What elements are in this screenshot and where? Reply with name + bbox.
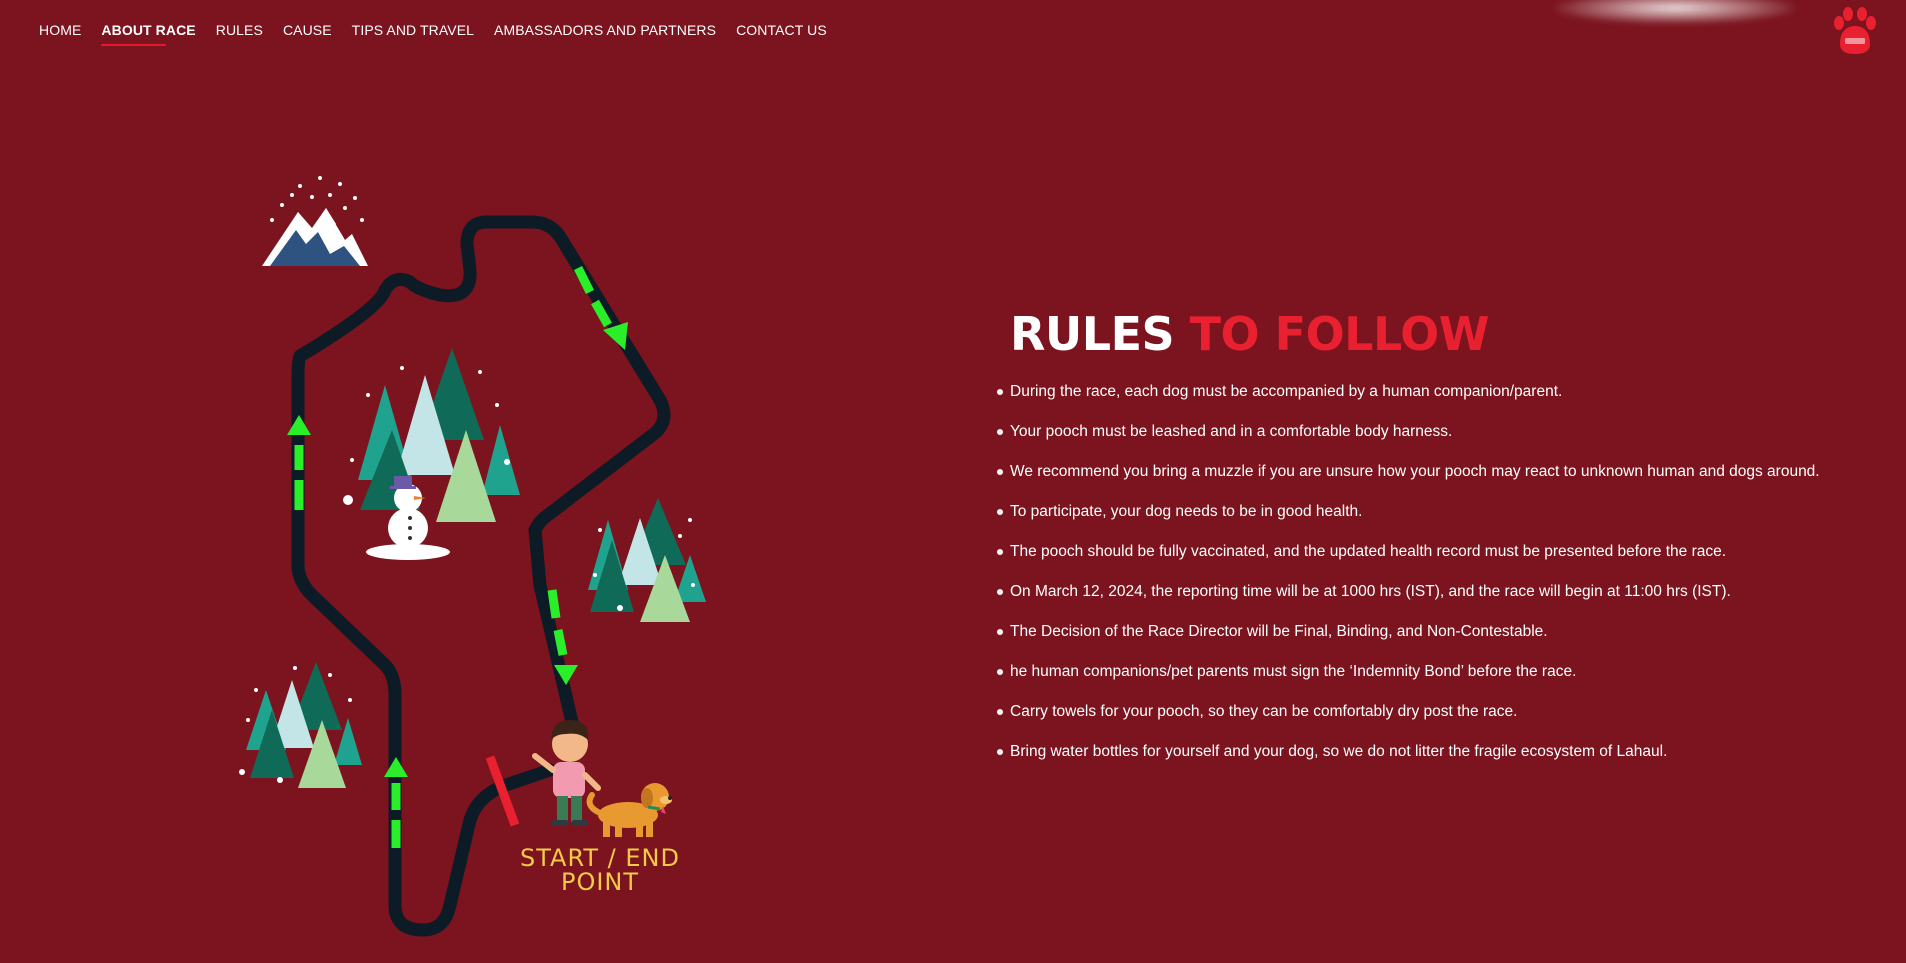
pine-trees-icon <box>239 662 362 788</box>
rule-item: On March 12, 2024, the reporting time wi… <box>997 582 1890 622</box>
route-illustration <box>239 176 706 937</box>
decorative-glow <box>1555 0 1795 24</box>
rule-item: Bring water bottles for yourself and you… <box>997 742 1890 782</box>
rule-item: To participate, your dog needs to be in … <box>997 502 1890 542</box>
route-arrow-icon <box>384 757 408 777</box>
pine-trees-icon <box>343 348 520 522</box>
route-dash <box>547 589 561 619</box>
route-arrow-icon <box>287 415 311 435</box>
rule-item: We recommend you bring a muzzle if you a… <box>997 462 1890 502</box>
rules-title-red: TO FOLLOW <box>1189 307 1490 361</box>
rules-title-white: RULES <box>1010 307 1175 361</box>
race-route-map: START / END POINT <box>0 0 760 959</box>
mountain-icon <box>262 176 368 266</box>
route-dash <box>553 629 568 656</box>
rule-item: The pooch should be fully vaccinated, an… <box>997 542 1890 582</box>
rule-item: During the race, each dog must be accomp… <box>997 382 1890 422</box>
rule-item: he human companions/pet parents must sig… <box>997 662 1890 702</box>
rules-section: RULES TO FOLLOW During the race, each do… <box>997 306 1890 782</box>
pine-trees-icon <box>588 498 706 622</box>
rules-title: RULES TO FOLLOW <box>1010 306 1890 362</box>
start-end-point-label: START / END POINT <box>520 844 680 896</box>
rules-list: During the race, each dog must be accomp… <box>997 382 1890 782</box>
dog-character-icon <box>586 783 672 837</box>
rule-item: Your pooch must be leashed and in a comf… <box>997 422 1890 462</box>
rule-item: Carry towels for your pooch, so they can… <box>997 702 1890 742</box>
route-arrow-icon <box>603 322 628 350</box>
rule-item: The Decision of the Race Director will b… <box>997 622 1890 662</box>
paw-logo-icon[interactable] <box>1830 6 1880 56</box>
